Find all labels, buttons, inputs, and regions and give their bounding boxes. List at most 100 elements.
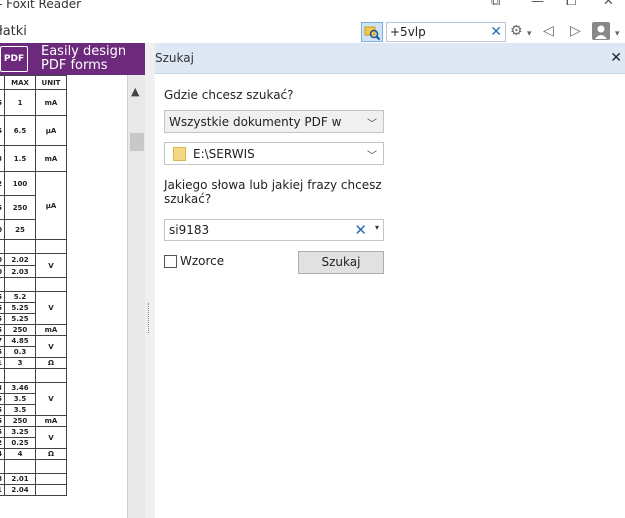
table-cell: 250 — [4, 324, 36, 336]
table-cell: 250 — [4, 415, 36, 427]
close-panel-icon[interactable]: ✕ — [610, 50, 622, 66]
table-cell-unit: mA — [35, 145, 67, 172]
patterns-checkbox[interactable] — [164, 255, 177, 268]
search-box: ✕ — [386, 22, 506, 42]
table-cell-unit: mA — [35, 415, 67, 427]
table-row — [0, 277, 67, 292]
patterns-checkbox-label[interactable]: Wzorce — [180, 254, 224, 268]
table-row — [0, 459, 67, 474]
table-row: 44Ω — [0, 448, 67, 460]
table-cell-unit — [35, 484, 67, 496]
table-cell: 5.2 — [4, 291, 36, 303]
table-header-cell: MAX — [4, 75, 36, 90]
table-cell-unit: Ω — [35, 448, 67, 460]
table-cell — [4, 368, 36, 383]
table-cell-unit — [35, 473, 67, 485]
user-icon — [595, 25, 607, 39]
table-cell: 5.25 — [4, 313, 36, 325]
table-row: 2100µA — [0, 171, 67, 240]
where-label: Gdzie chcesz szukać? — [164, 88, 294, 102]
restore-icon[interactable]: ⧉ — [491, 0, 500, 9]
settings-dropdown-icon[interactable]: ▾ — [527, 26, 532, 42]
table-row: 5250mA — [0, 324, 67, 336]
close-window-icon[interactable]: ✕ — [603, 0, 614, 9]
table-cell: 6.5 — [4, 115, 36, 146]
table-cell-unit: V — [35, 426, 67, 449]
table-cell: 4 — [4, 448, 36, 460]
search-term-input[interactable] — [169, 222, 349, 238]
table-cell-unit — [35, 459, 67, 474]
table-cell-unit — [35, 277, 67, 292]
scroll-thumb[interactable] — [130, 133, 144, 151]
table-cell: 2.04 — [4, 484, 36, 496]
table-row: 33.46V — [0, 382, 67, 416]
table-cell-unit: µA — [35, 115, 67, 146]
table-cell-unit — [35, 368, 67, 383]
document-page[interactable]: MAX UNIT 51mA56.5µA31.5mA2100µA525002502… — [0, 75, 127, 518]
splitter-grip[interactable] — [148, 303, 151, 333]
search-panel: Szukaj ✕ Gdzie chcesz szukać? Wszystkie … — [155, 43, 625, 518]
menu-tab-attachments[interactable]: łatki — [0, 24, 27, 39]
table-row — [0, 239, 67, 254]
table-row: 55.2V — [0, 291, 67, 325]
next-icon[interactable]: ▷ — [570, 23, 581, 39]
user-dropdown-icon[interactable]: ▾ — [615, 26, 620, 42]
table-row: 82.01 — [0, 473, 67, 485]
table-row — [0, 368, 67, 383]
maximize-icon[interactable]: ⧠ — [566, 0, 576, 9]
pane-splitter[interactable] — [145, 43, 155, 518]
table-cell: 4.85 — [4, 335, 36, 347]
table-row: 51mA — [0, 89, 67, 116]
gear-icon[interactable]: ⚙ — [510, 23, 523, 39]
term-label-2: szukać? — [164, 192, 212, 206]
folder-search-icon — [364, 26, 381, 41]
search-folder-button[interactable] — [361, 22, 383, 42]
search-scope-value: Wszystkie dokumenty PDF w — [169, 115, 342, 129]
table-cell: 3.5 — [4, 393, 36, 405]
table-cell: 1 — [4, 89, 36, 116]
table-cell: 3.5 — [4, 404, 36, 416]
table-cell: 0.25 — [4, 437, 36, 449]
document-pane: PDF Easily design PDF forms MAX UNIT 51m… — [0, 43, 145, 518]
table-cell-unit: V — [35, 335, 67, 358]
search-scope-select[interactable]: Wszystkie dokumenty PDF w ﹀ — [164, 110, 384, 133]
table-cell: 5.25 — [4, 302, 36, 314]
table-cell: 250 — [4, 195, 36, 220]
table-cell-unit — [35, 239, 67, 254]
table-cell: 25 — [4, 219, 36, 240]
term-history-dropdown-icon[interactable]: ▾ — [375, 223, 379, 232]
banner-line-2: PDF forms — [41, 58, 108, 73]
title-bar: - Foxit Reader ⧉ — ⧠ ✕ — [0, 0, 625, 16]
table-cell: 3.46 — [4, 382, 36, 394]
table-row: 5250mA — [0, 415, 67, 427]
folder-path-select[interactable]: E:\SERWIS ﹀ — [164, 142, 384, 165]
search-input[interactable] — [390, 24, 482, 40]
table-cell — [4, 239, 36, 254]
clear-term-icon[interactable]: ✕ — [354, 221, 367, 239]
document-scrollbar[interactable]: ▲ — [127, 75, 145, 518]
table-cell — [4, 277, 36, 292]
clear-search-icon[interactable]: ✕ — [490, 24, 502, 40]
minimize-icon[interactable]: — — [531, 0, 544, 9]
folder-icon — [173, 147, 186, 161]
banner-line-1: Easily design — [41, 44, 127, 59]
search-button[interactable]: Szukaj — [298, 251, 384, 274]
table-row: 02.02V — [0, 253, 67, 278]
scroll-up-icon[interactable]: ▲ — [131, 85, 139, 98]
pdf-form-icon: PDF — [0, 46, 28, 72]
previous-icon[interactable]: ◁ — [543, 23, 554, 39]
table-row: 53.25V — [0, 426, 67, 449]
table-cell-unit: mA — [35, 324, 67, 336]
table-cell: 100 — [4, 171, 36, 196]
user-avatar[interactable] — [592, 22, 610, 40]
table-row: 13Ω — [0, 357, 67, 369]
spec-table: MAX UNIT 51mA56.5µA31.5mA2100µA525002502… — [0, 75, 67, 496]
promo-banner[interactable]: PDF Easily design PDF forms — [0, 43, 145, 75]
table-cell: 3.25 — [4, 426, 36, 438]
search-term-field: ✕ ▾ — [164, 219, 384, 241]
table-cell: 3 — [4, 357, 36, 369]
table-cell-unit: µA — [35, 171, 67, 240]
table-cell-unit: V — [35, 253, 67, 278]
term-label: Jakiego słowa lub jakiej frazy chcesz — [164, 178, 382, 192]
toolbar: łatki ✕ ⚙ ▾ ◁ ▷ ▾ — [0, 16, 625, 43]
